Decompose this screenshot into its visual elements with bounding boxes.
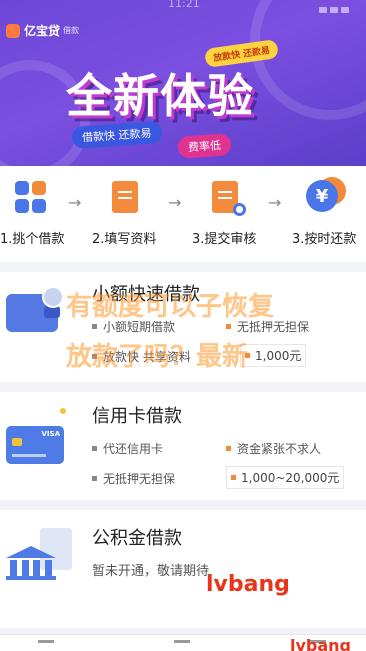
- tab-orders-icon[interactable]: [174, 640, 190, 643]
- status-time: 11:21: [168, 0, 200, 10]
- product-card-housing-fund-loan[interactable]: 公积金借款 暂未开通，敬请期待: [0, 510, 366, 628]
- step-label: 2.填写资料: [92, 232, 157, 247]
- arrow-right-icon: →: [268, 193, 282, 212]
- app-name: 亿宝贷: [24, 24, 61, 38]
- document-search-icon: [208, 180, 246, 216]
- app-logo: 亿宝贷 借款: [6, 22, 79, 39]
- feature-item: 放款快 共享资料: [92, 348, 191, 365]
- feature-item: 资金紧张不求人: [226, 440, 321, 457]
- feature-item: 小额短期借款: [92, 318, 175, 335]
- arrow-right-icon: →: [68, 193, 82, 212]
- step-label: 3.提交审核: [192, 232, 257, 247]
- step-label: 1.挑个借款: [0, 232, 65, 247]
- document-icon: [108, 180, 142, 214]
- tab-profile-icon[interactable]: [310, 640, 326, 643]
- feature-item: 代还信用卡: [92, 440, 163, 457]
- amount-range: 1,000元: [240, 344, 307, 367]
- coming-soon-note: 暂未开通，敬请期待: [92, 564, 210, 579]
- banner-pill-rate: 费率低: [177, 133, 232, 159]
- arrow-right-icon: →: [168, 193, 182, 212]
- banner-title: 全新体验: [66, 69, 254, 123]
- decor-dot: [60, 408, 66, 414]
- product-title: 小额快速借款: [92, 284, 200, 305]
- feature-item: 无抵押无担保: [226, 318, 309, 335]
- product-title: 信用卡借款: [92, 406, 182, 427]
- apps-grid-icon: [14, 180, 48, 214]
- bottom-tab-bar[interactable]: [0, 634, 366, 651]
- decor-ring: [250, 0, 366, 120]
- logo-icon: [6, 23, 20, 38]
- product-title: 公积金借款: [92, 528, 182, 549]
- product-card-quick-loan[interactable]: 小额快速借款 小额短期借款 无抵押无担保 放款快 共享资料 1,000元: [0, 272, 366, 382]
- tab-home-icon[interactable]: [38, 640, 54, 643]
- app-sub: 借款: [63, 26, 80, 35]
- product-card-credit-card-loan[interactable]: VISA 信用卡借款 代还信用卡 资金紧张不求人 无抵押无担保 1,000~20…: [0, 392, 366, 500]
- feature-item: 无抵押无担保: [92, 470, 175, 487]
- step-label: 3.按时还款: [292, 232, 357, 247]
- process-steps: → → → ¥ 1.挑个借款 2.填写资料 3.提交审核 3.按时还款: [0, 166, 366, 262]
- amount-range: 1,000~20,000元: [226, 466, 345, 489]
- yen-coin-icon: ¥: [306, 177, 346, 214]
- promo-banner[interactable]: 11:21 亿宝贷 借款 放款快 还款易 全新体验 借款快 还款易 费率低: [0, 0, 366, 166]
